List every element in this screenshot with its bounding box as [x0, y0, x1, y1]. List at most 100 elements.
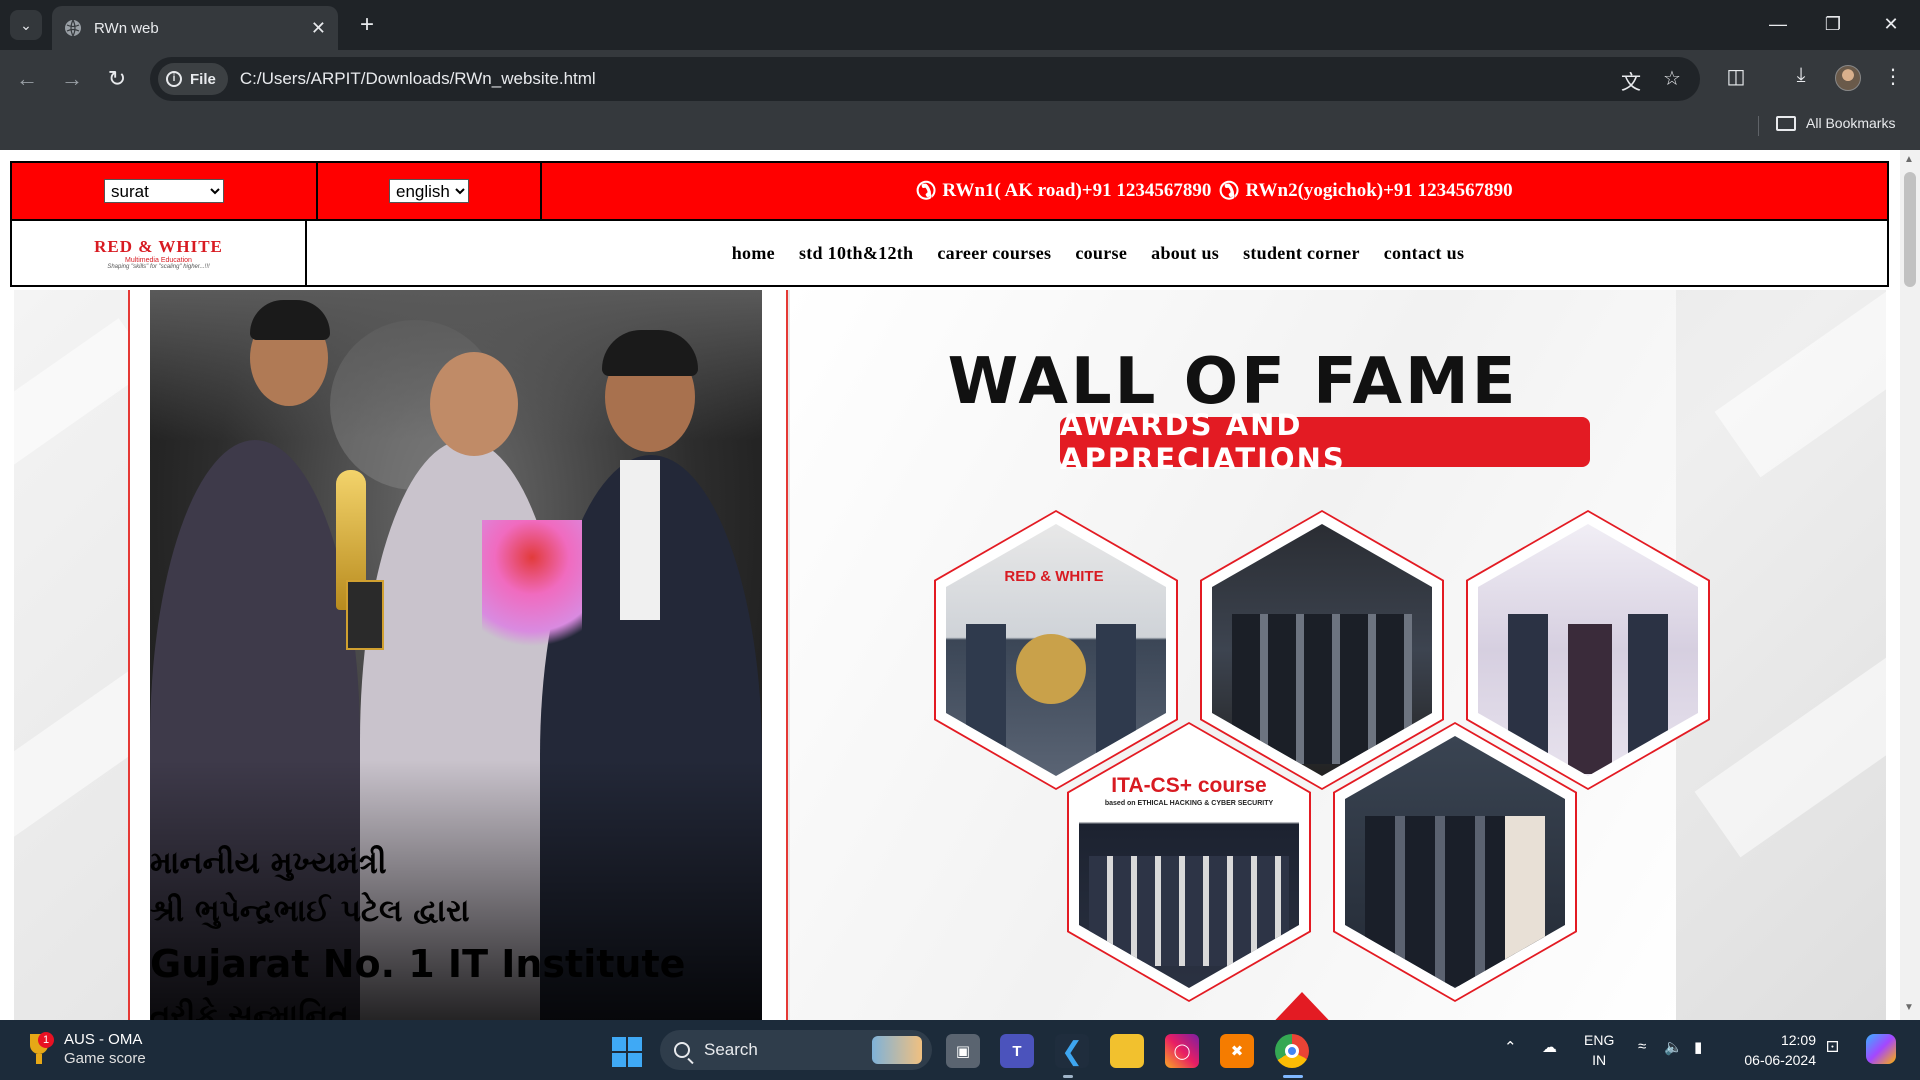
notification-badge: 1 — [38, 1032, 54, 1048]
caption-line4: તરીકે સન્માનિત — [150, 998, 349, 1020]
scroll-down-icon[interactable]: ▼ — [1904, 1002, 1914, 1013]
scroll-thumb[interactable] — [1904, 172, 1916, 287]
language-select[interactable]: english — [389, 179, 469, 203]
award-hex-5 — [1333, 722, 1577, 1002]
chrome-icon[interactable] — [1275, 1034, 1309, 1068]
windows-icon[interactable] — [612, 1037, 642, 1067]
address-bar[interactable]: i File C:/Users/ARPIT/Downloads/RWn_webs… — [150, 57, 1700, 101]
hex4-title: ITA-CS+ course — [1111, 774, 1267, 797]
site-navbar: RED & WHITE Multimedia Education Shaping… — [10, 221, 1889, 287]
browser-tab-bar: ⌄ RWn web ✕ + — ❐ ✕ — [0, 0, 1920, 50]
bookmarks-label: All Bookmarks — [1806, 115, 1896, 131]
main-menu: home std 10th&12th career courses course… — [309, 221, 1887, 285]
hero-banner: માનનીય મુખ્યમંત્રી શ્રી ભુપેન્દ્રભાઈ પટે… — [14, 290, 1886, 1020]
language-indicator[interactable]: ENG IN — [1584, 1030, 1614, 1070]
back-icon[interactable]: ← — [10, 62, 44, 96]
bell-icon[interactable]: ⚀ — [1826, 1038, 1839, 1056]
avatar[interactable] — [1835, 65, 1861, 91]
globe-icon — [65, 19, 81, 37]
logo-tagline: Shaping "skills" for "scaling" higher...… — [107, 263, 210, 270]
clock-date: 06-06-2024 — [1744, 1052, 1816, 1068]
menu-home[interactable]: home — [732, 243, 775, 264]
star-icon[interactable]: ☆ — [1658, 66, 1686, 91]
widgets-button[interactable]: 1 AUS - OMA Game score — [28, 1030, 146, 1068]
menu-contact-us[interactable]: contact us — [1384, 243, 1465, 264]
language-cell: english — [318, 163, 542, 219]
copilot-icon[interactable] — [1866, 1034, 1896, 1064]
task-view-icon[interactable]: ▣ — [946, 1034, 980, 1068]
bottom-hex-peek — [1264, 992, 1340, 1020]
chip-label: File — [190, 70, 216, 88]
speaker-icon[interactable]: 🔈 — [1664, 1038, 1683, 1056]
close-window-icon[interactable]: ✕ — [1868, 8, 1914, 40]
chevron-up-icon[interactable]: ⌃ — [1504, 1038, 1517, 1056]
menu-std-10th-12th[interactable]: std 10th&12th — [799, 243, 913, 264]
chrome-running-indicator — [1283, 1075, 1303, 1078]
search-placeholder: Search — [704, 1040, 758, 1059]
more-icon[interactable]: ⋮ — [1878, 64, 1908, 89]
url-text[interactable]: C:/Users/ARPIT/Downloads/RWn_website.htm… — [240, 69, 596, 89]
download-icon[interactable]: ⤓ — [1786, 64, 1816, 87]
award-photo-frame: માનનીય મુખ્યમંત્રી શ્રી ભુપેન્દ્રભાઈ પટે… — [128, 290, 788, 1020]
battery-icon[interactable]: ▮ — [1694, 1038, 1702, 1056]
logo-subtitle: Multimedia Education — [125, 256, 192, 264]
page-scrollbar[interactable]: ▲ ▼ — [1900, 150, 1920, 1020]
translate-icon[interactable]: 文 — [1617, 66, 1645, 95]
fame-subtitle: AWARDS AND APPRECIATIONS — [1060, 408, 1590, 476]
reload-icon[interactable]: ↻ — [100, 62, 134, 96]
forward-icon[interactable]: → — [55, 62, 89, 96]
close-icon[interactable]: ✕ — [311, 18, 326, 39]
clock[interactable]: 12:09 06-06-2024 — [1738, 1030, 1816, 1070]
wifi-icon[interactable]: ≈ — [1638, 1038, 1646, 1055]
page-viewport: surat english ✆ RWn1( AK road)+91 123456… — [0, 150, 1920, 1020]
hex1-label: RED & WHITE — [1004, 568, 1104, 585]
teams-icon[interactable]: T — [1000, 1034, 1034, 1068]
site-logo[interactable]: RED & WHITE Multimedia Education Shaping… — [12, 221, 307, 285]
city-cell: surat — [12, 163, 318, 219]
instagram-icon[interactable]: ◯ — [1165, 1034, 1199, 1068]
site-info-chip[interactable]: i File — [158, 63, 228, 95]
phone-numbers: ✆ RWn1( AK road)+91 1234567890 ✆ RWn2(yo… — [542, 163, 1887, 219]
vscode-running-indicator — [1063, 1075, 1073, 1078]
minimize-icon[interactable]: — — [1755, 8, 1801, 40]
scroll-up-icon[interactable]: ▲ — [1904, 154, 1914, 165]
phone-rwn2[interactable]: RWn2(yogichok)+91 1234567890 — [1245, 180, 1512, 202]
award-hex-4: ITA-CS+ course based on ETHICAL HACKING … — [1067, 722, 1311, 1002]
menu-about-us[interactable]: about us — [1151, 243, 1219, 264]
search-highlight-icon — [872, 1036, 922, 1064]
lang-line2: IN — [1592, 1052, 1607, 1068]
phone-icon: ✆ — [1219, 178, 1240, 205]
contact-bar: surat english ✆ RWn1( AK road)+91 123456… — [10, 161, 1889, 221]
caption-line1: માનનીય મુખ્યમંત્રી — [150, 845, 387, 881]
bookmarks-divider — [1758, 116, 1759, 136]
lang-line1: ENG — [1584, 1032, 1615, 1048]
xampp-icon[interactable]: ✖ — [1220, 1034, 1254, 1068]
widget-line2: Game score — [64, 1050, 146, 1067]
menu-course[interactable]: course — [1075, 243, 1127, 264]
hex4-subtitle: based on ETHICAL HACKING & CYBER SECURIT… — [1104, 800, 1274, 807]
taskbar-search[interactable]: Search — [660, 1030, 932, 1070]
menu-career-courses[interactable]: career courses — [937, 243, 1051, 264]
wall-of-fame: WALL OF FAME AWARDS AND APPRECIATIONS RE… — [790, 290, 1710, 1020]
city-select[interactable]: surat — [104, 179, 224, 203]
phone-rwn1[interactable]: RWn1( AK road)+91 1234567890 — [942, 180, 1211, 202]
windows-taskbar: 1 AUS - OMA Game score Search ▣ T ❮ ◯ ✖ … — [0, 1020, 1920, 1080]
restore-icon[interactable]: ❐ — [1810, 8, 1856, 40]
logo-title: RED & WHITE — [94, 236, 223, 256]
menu-student-corner[interactable]: student corner — [1243, 243, 1360, 264]
plus-icon[interactable]: + — [352, 10, 382, 40]
phone-icon: ✆ — [916, 178, 937, 205]
tab-title: RWn web — [94, 19, 159, 37]
info-icon: i — [166, 71, 182, 87]
caption-line2: શ્રી ભુપેન્દ્રભાઈ પટેલ દ્વારા — [150, 893, 470, 929]
file-explorer-icon[interactable] — [1110, 1034, 1144, 1068]
all-bookmarks[interactable]: All Bookmarks — [1776, 115, 1895, 131]
award-photo: માનનીય મુખ્યમંત્રી શ્રી ભુપેન્દ્રભાઈ પટે… — [150, 290, 762, 1020]
onedrive-icon[interactable]: ☁ — [1542, 1038, 1557, 1056]
extensions-icon[interactable]: ◫ — [1721, 64, 1751, 89]
tab-menu-icon[interactable]: ⌄ — [10, 10, 42, 40]
folder-icon — [1776, 115, 1796, 131]
vscode-icon[interactable]: ❮ — [1055, 1034, 1089, 1068]
browser-tab[interactable]: RWn web ✕ — [52, 6, 338, 50]
clock-time: 12:09 — [1780, 1032, 1816, 1048]
